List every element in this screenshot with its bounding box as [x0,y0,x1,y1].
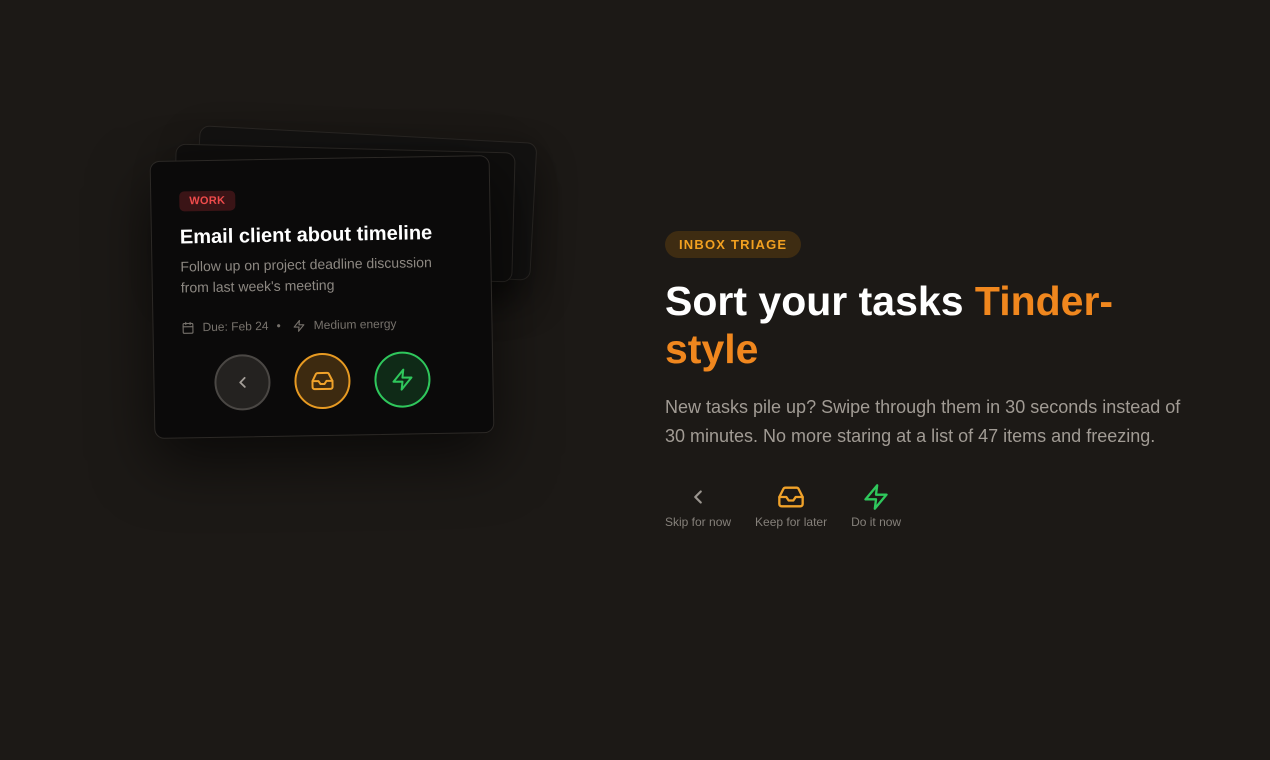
inbox-icon [777,483,805,511]
legend-item-now: Do it now [851,483,901,529]
legend-item-keep: Keep for later [755,483,827,529]
headline: Sort your tasks Tinder-style [665,277,1185,373]
keep-for-later-button[interactable] [293,352,351,410]
do-it-now-button[interactable] [373,351,431,409]
task-card[interactable]: WORK Email client about timeline Follow … [149,155,495,439]
task-title: Email client about timeline [179,222,433,249]
chevron-left-icon [233,373,251,391]
meta-separator: • [276,318,281,333]
task-meta: Due: Feb 24 • Medium energy [181,316,463,335]
due-date: Due: Feb 24 [202,318,269,335]
inbox-icon [310,369,334,393]
category-tag: WORK [179,190,236,212]
legend-item-skip: Skip for now [665,483,731,529]
card-actions [213,351,431,411]
section-badge: INBOX TRIAGE [665,231,802,258]
action-legend: Skip for now Keep for later Do it now [665,483,901,529]
task-card-stack: WORK Email client about timeline Follow … [149,125,540,450]
energy-level: Medium energy [313,316,397,333]
lightning-icon [390,367,414,391]
legend-label: Keep for later [755,515,828,529]
legend-label: Do it now [851,515,902,529]
energy-icon [293,319,306,332]
description-text: New tasks pile up? Swipe through them in… [665,397,1181,446]
calendar-icon [181,321,194,334]
lightning-icon [862,483,890,511]
task-description: Follow up on project deadline discussion… [180,254,432,296]
page: WORK Email client about timeline Follow … [0,0,1270,760]
headline-main: Sort your tasks [665,278,975,324]
chevron-left-icon [687,483,709,511]
skip-button[interactable] [213,353,271,411]
legend-label: Skip for now [665,515,732,529]
